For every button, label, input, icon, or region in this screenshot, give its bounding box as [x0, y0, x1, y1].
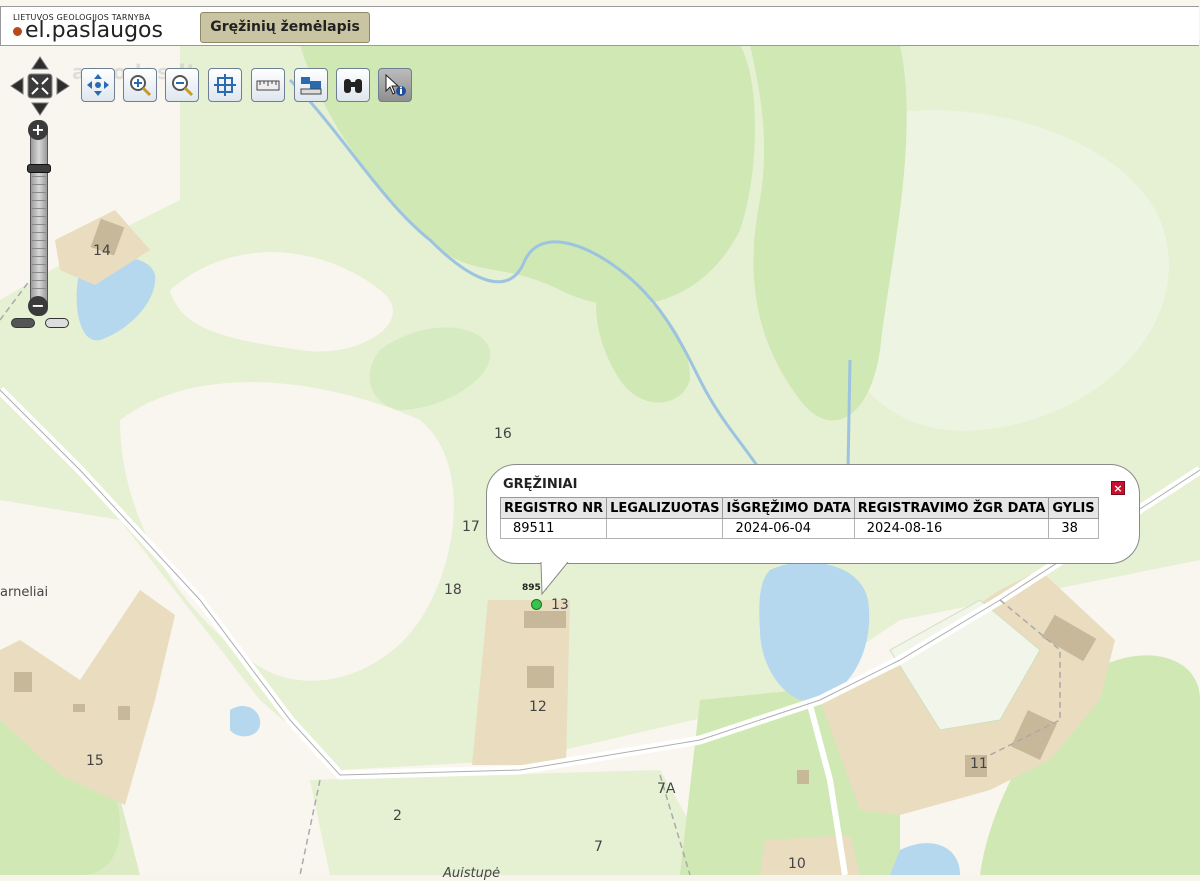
cell-registravimo-data: 2024-08-16 — [853, 518, 1050, 539]
zoom-ticks — [32, 168, 46, 290]
zoom-out-button[interactable] — [165, 68, 199, 102]
label-parcel-17: 17 — [462, 519, 480, 535]
label-parcel-12: 12 — [529, 699, 547, 715]
column-header: REGISTRAVIMO ŽGR DATA — [853, 497, 1050, 519]
tab-wells-map[interactable]: Gręžinių žemėlapis — [200, 12, 370, 43]
pan-up-arrow-icon — [31, 56, 49, 70]
layer-toggle-left[interactable] — [11, 318, 35, 328]
logo-text: el.paslaugos — [25, 18, 163, 43]
building — [14, 672, 32, 692]
ruler-icon — [256, 80, 280, 91]
table-row: 89511 2024-06-04 2024-08-16 38 — [499, 518, 1099, 539]
label-parcel-7: 7 — [594, 839, 603, 855]
popup-pointer — [540, 562, 569, 596]
cell-registro-nr: 89511 — [499, 518, 608, 539]
measure-button[interactable] — [251, 68, 285, 102]
zoom-in-icon — [130, 75, 152, 97]
search-button[interactable] — [336, 68, 370, 102]
app-header: LIETUVOS GEOLOGIJOS TARNYBA el.paslaugos… — [0, 6, 1199, 46]
pan-down-arrow-icon — [31, 102, 49, 116]
label-place-arneliai: arneliai — [0, 585, 49, 600]
label-place-bottom: Auistupė — [443, 866, 501, 881]
building — [524, 611, 566, 628]
zoom-minus-button[interactable]: − — [28, 296, 48, 316]
label-parcel-7a: 7A — [657, 781, 676, 797]
building — [527, 666, 554, 688]
cell-isgrezimo-data: 2024-06-04 — [722, 518, 855, 539]
wells-table: REGISTRO NR LEGALIZUOTAS IŠGRĘŽIMO DATA … — [499, 497, 1099, 539]
column-header: LEGALIZUOTAS — [606, 497, 724, 519]
building — [118, 706, 130, 720]
column-header: IŠGRĘŽIMO DATA — [722, 497, 855, 519]
pan-right-arrow-icon — [56, 77, 70, 95]
logo[interactable]: el.paslaugos — [13, 20, 163, 42]
cell-gylis: 38 — [1048, 518, 1099, 539]
zoom-plus-button[interactable]: + — [28, 120, 48, 140]
table-header-row: REGISTRO NR LEGALIZUOTAS IŠGRĘŽIMO DATA … — [499, 497, 1099, 519]
label-parcel-15: 15 — [86, 753, 104, 769]
full-extent-button[interactable] — [208, 68, 242, 102]
layer-toggle-right[interactable] — [45, 318, 69, 328]
zoom-out-icon — [172, 75, 194, 97]
crosshair-icon — [214, 74, 236, 96]
label-parcel-14: 14 — [93, 243, 111, 259]
popup-title: GRĘŽINIAI — [503, 477, 578, 492]
wells-info-popup: GRĘŽINIAI × REGISTRO NR LEGALIZUOTAS IŠG… — [486, 464, 1140, 564]
full-view-icon — [27, 73, 53, 99]
label-parcel-11: 11 — [970, 756, 988, 772]
print-button[interactable] — [294, 68, 328, 102]
building — [797, 770, 809, 784]
binoculars-icon — [344, 79, 362, 93]
well-marker-icon[interactable] — [531, 599, 542, 610]
building — [73, 704, 85, 712]
map-layers-icon — [300, 77, 322, 95]
label-parcel-10: 10 — [788, 856, 806, 872]
zoom-in-button[interactable] — [123, 68, 157, 102]
pan-left-arrow-icon — [10, 77, 24, 95]
column-header: GYLIS — [1048, 497, 1099, 519]
label-parcel-16: 16 — [494, 426, 512, 442]
map-canvas[interactable] — [0, 0, 1200, 875]
zoom-handle[interactable] — [27, 163, 51, 173]
cell-legalizuotas — [606, 518, 724, 539]
logo-snail-icon — [13, 26, 22, 36]
pan-control[interactable] — [10, 56, 70, 116]
label-parcel-13: 13 — [551, 597, 569, 613]
zoom-slider[interactable]: + − — [27, 120, 51, 316]
move-icon — [87, 74, 109, 96]
cursor-info-icon — [385, 73, 406, 96]
close-icon[interactable]: × — [1111, 481, 1125, 495]
pan-tool-button[interactable] — [81, 68, 115, 102]
label-parcel-2: 2 — [393, 808, 402, 824]
label-parcel-18: 18 — [444, 582, 462, 598]
column-header: REGISTRO NR — [499, 497, 608, 519]
identify-button[interactable] — [378, 68, 412, 102]
